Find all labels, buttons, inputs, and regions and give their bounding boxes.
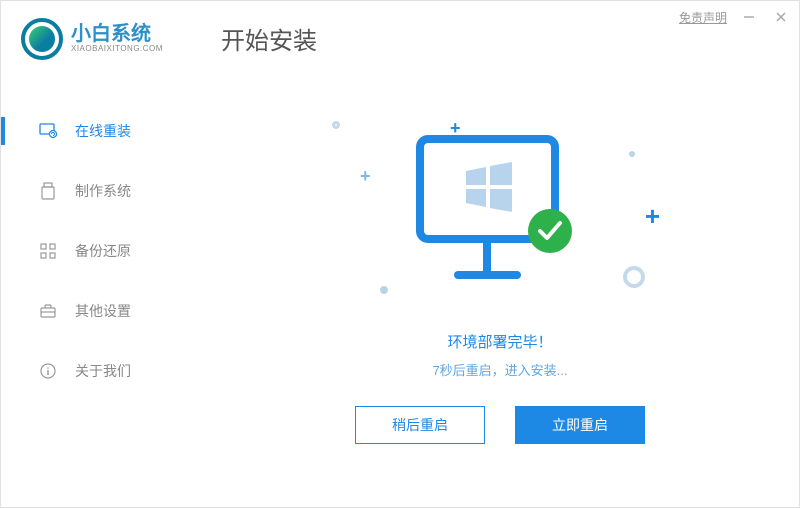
sidebar-item-create-system[interactable]: 制作系统 — [1, 161, 201, 221]
restart-now-button[interactable]: 立即重启 — [515, 406, 645, 444]
grid-icon — [39, 242, 57, 260]
sidebar-item-label: 其他设置 — [75, 301, 131, 321]
illustration: + + + — [340, 106, 660, 306]
sidebar-item-about[interactable]: 关于我们 — [1, 341, 201, 401]
sidebar-item-label: 备份还原 — [75, 241, 131, 261]
logo-area: 小白系统 XIAOBAIXITONG.COM — [21, 18, 201, 60]
logo-title: 小白系统 — [71, 24, 163, 44]
logo-subtitle: XIAOBAIXITONG.COM — [71, 44, 163, 53]
usb-icon — [39, 182, 57, 200]
restart-later-button[interactable]: 稍后重启 — [355, 406, 485, 444]
info-icon — [39, 362, 57, 380]
logo-icon — [21, 18, 63, 60]
minimize-icon — [743, 11, 755, 23]
sidebar-item-label: 制作系统 — [75, 181, 131, 201]
windows-icon — [466, 162, 512, 212]
sidebar: 在线重装 制作系统 备份还原 其他设置 关于我们 — [1, 76, 201, 507]
monitor-refresh-icon — [39, 122, 57, 140]
checkmark-badge — [528, 209, 572, 253]
close-icon — [775, 11, 787, 23]
sidebar-item-reinstall[interactable]: 在线重装 — [1, 101, 201, 161]
briefcase-icon — [39, 302, 57, 320]
status-main-text: 环境部署完毕！ — [201, 331, 799, 352]
page-title: 开始安装 — [221, 21, 317, 56]
status-sub-text: 7秒后重启，进入安装... — [201, 360, 799, 379]
sidebar-item-label: 关于我们 — [75, 361, 131, 381]
monitor-icon — [410, 131, 585, 306]
close-button[interactable] — [771, 7, 791, 27]
disclaimer-link[interactable]: 免责声明 — [679, 9, 727, 26]
minimize-button[interactable] — [739, 7, 759, 27]
sidebar-item-other-settings[interactable]: 其他设置 — [1, 281, 201, 341]
main-content: + + + — [201, 76, 799, 507]
sidebar-item-label: 在线重装 — [75, 121, 131, 141]
sidebar-item-backup-restore[interactable]: 备份还原 — [1, 221, 201, 281]
